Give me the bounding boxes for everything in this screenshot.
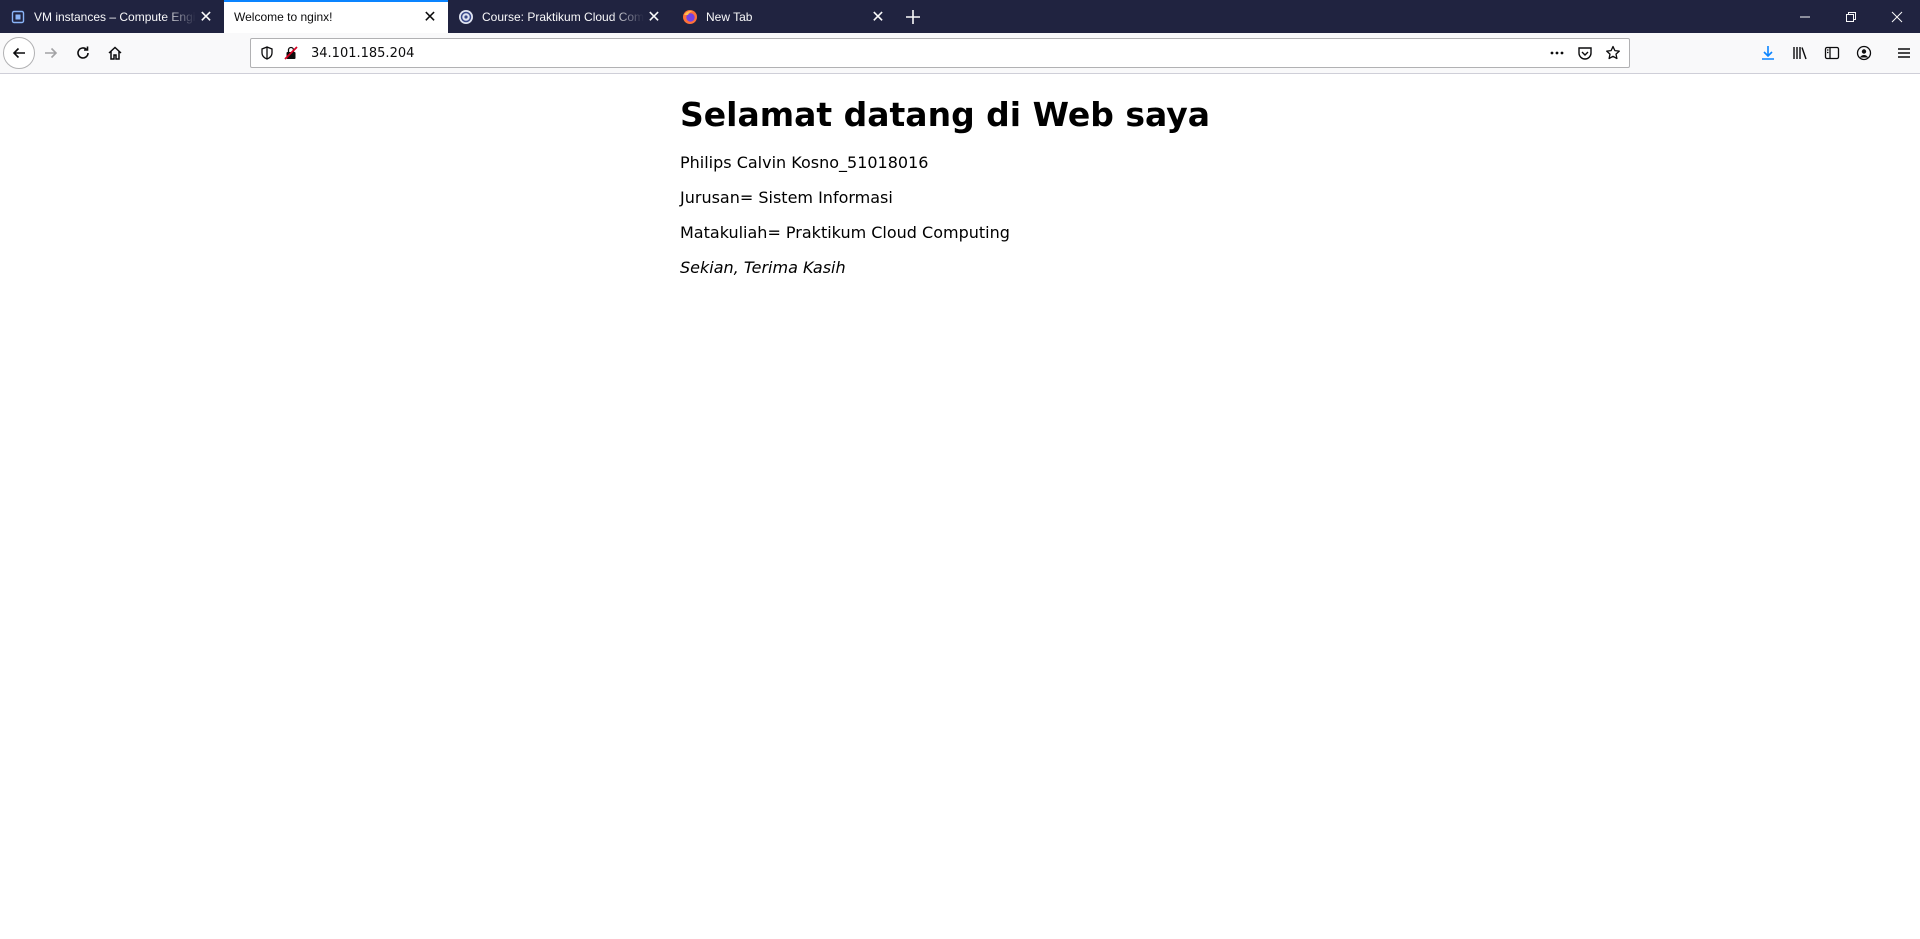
account-icon bbox=[1856, 45, 1872, 61]
reload-icon bbox=[77, 46, 89, 59]
course: Matakuliah= Praktikum Cloud Computing bbox=[680, 223, 1010, 242]
firefox-icon bbox=[682, 9, 698, 25]
back-arrow-icon bbox=[12, 47, 25, 59]
page-heading: Selamat datang di Web saya bbox=[680, 95, 1210, 134]
student-name: Philips Calvin Kosno_51018016 bbox=[680, 153, 929, 172]
sidebar-icon bbox=[1824, 46, 1840, 60]
department: Jurusan= Sistem Informasi bbox=[680, 188, 893, 207]
close-tab-icon[interactable]: ✕ bbox=[420, 7, 440, 27]
forward-button[interactable] bbox=[35, 37, 67, 69]
compute-engine-icon bbox=[10, 9, 26, 25]
reload-button[interactable] bbox=[67, 37, 99, 69]
restore-button[interactable] bbox=[1828, 0, 1874, 33]
new-tab-button[interactable] bbox=[896, 0, 930, 33]
account-button[interactable] bbox=[1848, 37, 1880, 69]
menu-button[interactable] bbox=[1888, 37, 1920, 69]
toolbar-right bbox=[1752, 37, 1920, 69]
home-button[interactable] bbox=[99, 37, 131, 69]
library-icon bbox=[1793, 47, 1807, 60]
close-tab-icon[interactable]: ✕ bbox=[868, 7, 888, 27]
minimize-button[interactable] bbox=[1782, 0, 1828, 33]
page-actions-icon[interactable] bbox=[1545, 41, 1569, 65]
hamburger-menu-icon bbox=[1898, 48, 1910, 58]
url-text[interactable]: 34.101.185.204 bbox=[311, 46, 1545, 61]
tab-welcome-nginx[interactable]: Welcome to nginx! ✕ bbox=[224, 0, 448, 33]
tab-title: New Tab bbox=[706, 9, 753, 24]
tab-title: Course: Praktikum Cloud Computing bbox=[482, 9, 644, 24]
sidebar-button[interactable] bbox=[1816, 37, 1848, 69]
home-icon bbox=[108, 46, 122, 60]
tab-course[interactable]: Course: Praktikum Cloud Computing ✕ bbox=[448, 0, 672, 33]
close-window-button[interactable] bbox=[1874, 0, 1920, 33]
pocket-icon[interactable] bbox=[1573, 41, 1597, 65]
back-button[interactable] bbox=[3, 37, 35, 69]
insecure-connection-lock-icon[interactable] bbox=[279, 41, 303, 65]
closing-text: Sekian, Terima Kasih bbox=[680, 258, 846, 277]
course-icon bbox=[458, 9, 474, 25]
library-button[interactable] bbox=[1784, 37, 1816, 69]
tab-new-tab[interactable]: New Tab ✕ bbox=[672, 0, 896, 33]
download-icon bbox=[1762, 46, 1774, 60]
address-bar[interactable]: 34.101.185.204 bbox=[250, 38, 1630, 68]
close-tab-icon[interactable]: ✕ bbox=[196, 7, 216, 27]
navigation-bar: 34.101.185.204 bbox=[0, 33, 1920, 74]
tab-strip: VM instances – Compute Engine ✕ Welcome … bbox=[0, 0, 1920, 33]
forward-arrow-icon bbox=[45, 47, 58, 59]
window-controls bbox=[1782, 0, 1920, 33]
tab-title: Welcome to nginx! bbox=[234, 9, 333, 24]
page-body: Selamat datang di Web saya Philips Calvi… bbox=[680, 95, 1280, 294]
tracking-protection-shield-icon[interactable] bbox=[255, 41, 279, 65]
downloads-button[interactable] bbox=[1752, 37, 1784, 69]
tab-vm-instances[interactable]: VM instances – Compute Engine ✕ bbox=[0, 0, 224, 33]
page-content: Selamat datang di Web saya Philips Calvi… bbox=[0, 75, 1920, 939]
close-tab-icon[interactable]: ✕ bbox=[644, 7, 664, 27]
tab-title: VM instances – Compute Engine bbox=[34, 9, 196, 24]
bookmark-star-icon[interactable] bbox=[1601, 41, 1625, 65]
